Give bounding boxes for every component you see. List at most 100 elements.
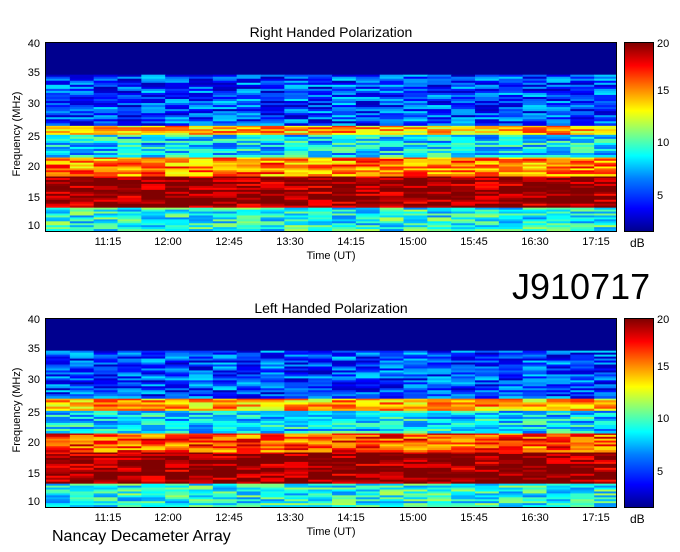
- spectrogram-cell: [332, 396, 357, 399]
- spectrogram-cell: [332, 229, 357, 231]
- spectrogram-cell: [212, 123, 238, 126]
- x-tick-label: 17:15: [582, 512, 610, 524]
- spectrogram-cell: [93, 229, 118, 231]
- spectrogram-cell: [141, 154, 166, 158]
- spectrogram-plot: [45, 318, 617, 508]
- spectrogram-cell: [260, 174, 285, 177]
- spectrogram-cell: [213, 231, 237, 232]
- spectrogram-cell: [93, 505, 118, 507]
- spectrogram-cell: [379, 430, 404, 434]
- spectrogram-cell: [522, 154, 547, 158]
- spectrogram-cell: [93, 123, 118, 126]
- spectrogram-cell: [355, 430, 381, 434]
- x-tick-label: 12:45: [215, 512, 243, 524]
- spectrogram-cell: [594, 507, 617, 508]
- spectrogram-cell: [189, 123, 214, 126]
- spectrogram-cell: [189, 396, 214, 399]
- spectrogram-cell: [355, 450, 381, 453]
- spectrogram-cell: [141, 507, 165, 508]
- y-tick-label: 10: [27, 220, 40, 232]
- spectrogram-cell: [165, 231, 189, 232]
- spectrogram-cell: [547, 231, 571, 232]
- spectrogram-cell: [403, 450, 428, 453]
- spectrogram-cell: [522, 229, 547, 231]
- spectrogram-cell: [379, 174, 404, 177]
- spectrogram-cell: [165, 450, 190, 453]
- spectrogram-cell: [403, 229, 428, 231]
- spectrogram-cell: [499, 507, 523, 508]
- spectrogram-cell: [475, 174, 500, 177]
- y-tick-label: 30: [27, 98, 40, 110]
- spectrogram-cell: [546, 396, 571, 399]
- spectrogram-cell: [498, 505, 524, 507]
- spectrogram-cell: [594, 396, 616, 399]
- x-tick-label: 12:00: [154, 236, 182, 248]
- spectrogram-cell: [236, 174, 261, 177]
- spectrogram-cell: [523, 507, 547, 508]
- spectrogram-cell: [308, 174, 333, 177]
- spectrogram-cell: [380, 231, 404, 232]
- x-tick-label: 15:00: [399, 512, 427, 524]
- spectrogram-cell: [522, 505, 547, 507]
- spectrogram-cell: [570, 123, 595, 126]
- spectrogram-cell: [403, 123, 428, 126]
- colorbar-tick-label: 20: [657, 314, 670, 326]
- spectrogram-cell: [355, 396, 381, 399]
- spectrogram-cell: [212, 430, 238, 434]
- spectrogram-cell: [141, 430, 166, 434]
- spectrogram-cell: [403, 174, 428, 177]
- spectrogram-cell: [427, 174, 452, 177]
- spectrogram-cell: [260, 154, 285, 158]
- spectrogram-cell: [236, 123, 261, 126]
- spectrogram-cell: [165, 154, 190, 158]
- spectrogram-cell: [284, 231, 308, 232]
- spectrogram-cell: [260, 430, 285, 434]
- spectrogram-cell: [308, 505, 333, 507]
- spectrogram-cell: [284, 507, 308, 508]
- footer-caption: Nancay Decameter Array: [52, 528, 231, 545]
- spectrogram-cell: [46, 154, 71, 158]
- spectrogram-cell: [356, 507, 380, 508]
- spectrogram-cell: [308, 229, 333, 231]
- spectrogram-cell: [498, 396, 524, 399]
- x-tick-label: 15:45: [460, 236, 488, 248]
- y-tick-label: 15: [27, 468, 40, 480]
- spectrogram-cell: [69, 505, 95, 507]
- x-tick-label: 11:15: [94, 236, 122, 248]
- spectrogram-cell: [427, 430, 452, 434]
- y-tick-label: 20: [27, 437, 40, 449]
- spectrogram-cell: [260, 396, 285, 399]
- spectrogram-cell: [284, 505, 309, 507]
- spectrogram-cell: [522, 123, 547, 126]
- spectrogram-cell: [570, 154, 595, 158]
- spectrogram-cell: [212, 174, 238, 177]
- spectrogram-cell: [236, 505, 261, 507]
- spectrogram-cell: [46, 505, 71, 507]
- spectrogram-cell: [380, 507, 404, 508]
- spectrogram-cell: [546, 505, 571, 507]
- spectrogram-cell: [308, 123, 333, 126]
- spectrogram-cell: [237, 231, 261, 232]
- y-tick-label: 25: [27, 407, 40, 419]
- spectrogram-cell: [594, 229, 616, 231]
- spectrogram-cell: [404, 231, 428, 232]
- spectrogram-cell: [427, 154, 452, 158]
- spectrogram-cell: [308, 450, 333, 453]
- spectrogram-cell: [451, 505, 476, 507]
- spectrogram-cell: [522, 430, 547, 434]
- spectrogram-cell: [427, 507, 451, 508]
- spectrogram-cell: [404, 507, 428, 508]
- spectrogram-cell: [165, 174, 190, 177]
- spectrogram-cell: [594, 450, 616, 453]
- spectrogram-cell: [451, 396, 476, 399]
- spectrogram-cell: [570, 507, 594, 508]
- spectrogram-cell: [189, 229, 214, 231]
- spectrogram-cell: [236, 229, 261, 231]
- spectrogram-cell: [236, 430, 261, 434]
- spectrogram-cell: [594, 430, 616, 434]
- spectrogram-cell: [570, 174, 595, 177]
- colorbar-tick-label: 20: [657, 38, 670, 50]
- chart-title: Left Handed Polarization: [254, 300, 408, 316]
- spectrogram-cell: [212, 450, 238, 453]
- spectrogram-cell: [284, 450, 309, 453]
